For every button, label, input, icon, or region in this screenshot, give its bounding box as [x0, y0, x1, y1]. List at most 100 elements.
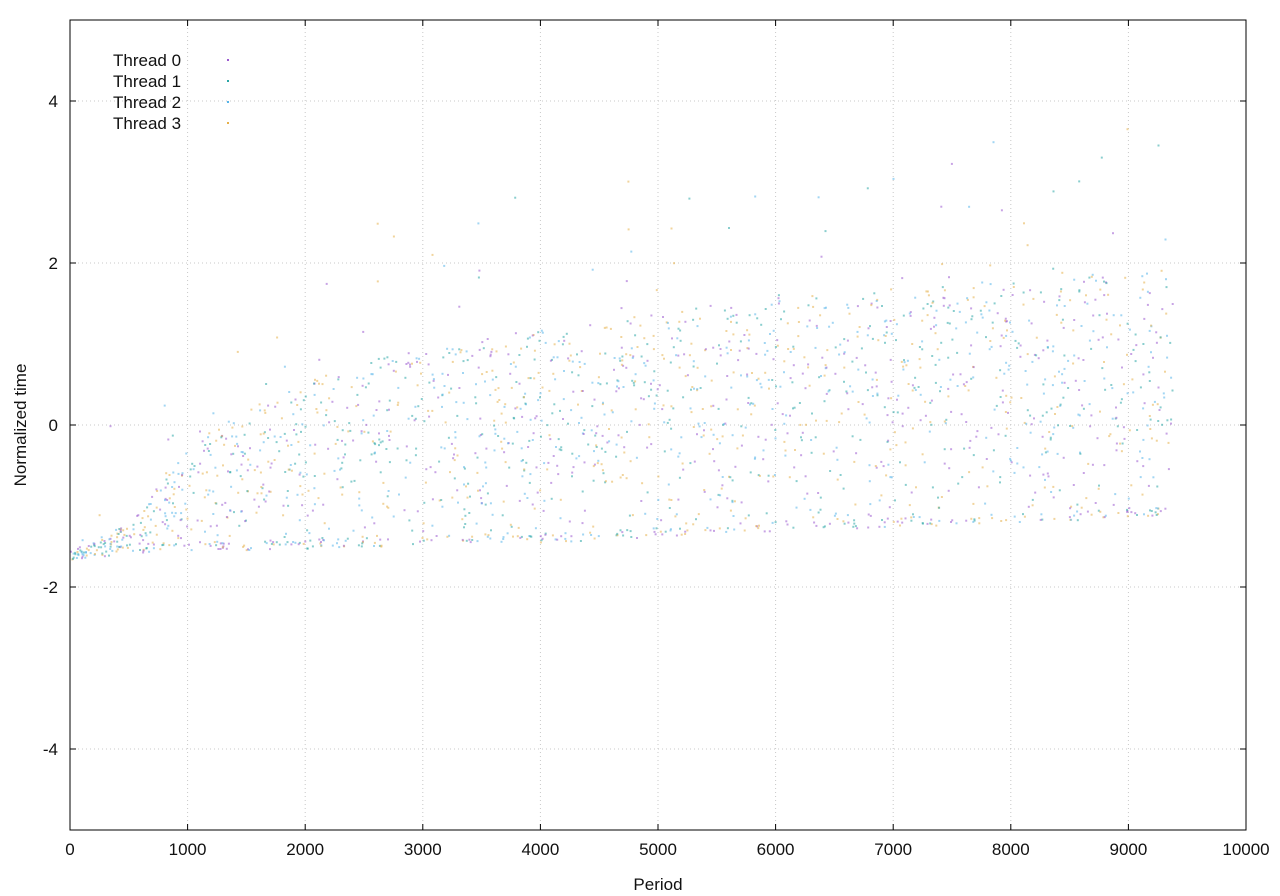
data-point — [684, 530, 687, 533]
data-point — [285, 439, 288, 442]
data-point — [999, 396, 1002, 398]
data-point — [713, 529, 715, 532]
data-point — [709, 304, 712, 307]
data-point — [786, 523, 789, 526]
data-point — [168, 501, 171, 504]
data-point — [656, 388, 659, 391]
data-point — [495, 350, 498, 353]
data-point — [553, 403, 556, 406]
data-point — [988, 309, 991, 312]
data-point — [1022, 303, 1025, 306]
data-point — [533, 349, 536, 352]
data-point — [285, 532, 287, 535]
data-point — [924, 400, 927, 403]
data-point — [181, 488, 184, 491]
data-point — [834, 346, 837, 349]
data-point — [391, 360, 394, 362]
data-point — [792, 407, 794, 410]
data-point — [853, 519, 856, 522]
data-point — [151, 495, 154, 498]
data-point — [939, 386, 942, 388]
data-point — [317, 497, 320, 500]
data-point — [1052, 485, 1055, 488]
data-point — [516, 430, 519, 433]
data-point — [165, 519, 168, 522]
data-point — [227, 420, 230, 423]
data-point — [760, 323, 763, 326]
data-point — [706, 526, 709, 529]
data-point — [116, 545, 119, 548]
data-point — [689, 407, 692, 410]
data-point — [132, 523, 135, 526]
data-point — [490, 529, 492, 532]
data-point — [337, 376, 340, 379]
data-point — [726, 375, 729, 377]
data-point — [577, 403, 579, 406]
data-point — [908, 312, 911, 315]
data-point — [762, 449, 765, 452]
y-tick-label: -4 — [43, 740, 58, 759]
data-point — [477, 366, 480, 369]
scatter-chart: 0 1000 2000 3000 4000 5000 6000 7000 8000 9000 100… — [11, 19, 1270, 894]
data-point — [431, 409, 434, 412]
data-point — [633, 384, 636, 387]
data-point — [763, 342, 766, 344]
data-point — [1143, 281, 1146, 284]
data-point — [878, 499, 881, 502]
data-point — [825, 306, 827, 309]
data-point — [890, 476, 893, 479]
data-point — [379, 538, 382, 541]
data-point — [914, 296, 917, 299]
data-point — [199, 541, 201, 544]
data-point — [847, 306, 850, 309]
data-point — [1068, 516, 1071, 519]
data-point — [692, 523, 695, 526]
data-point — [275, 541, 278, 544]
data-point — [943, 289, 946, 292]
data-point — [301, 423, 304, 426]
data-point — [815, 297, 818, 300]
data-point — [300, 430, 302, 433]
data-point — [1088, 403, 1091, 406]
data-point — [807, 363, 810, 366]
data-point — [1044, 478, 1046, 481]
data-point — [1027, 505, 1030, 508]
data-point — [771, 379, 774, 381]
x-tick-label: 7000 — [874, 840, 912, 859]
data-point — [1117, 512, 1120, 514]
data-point — [376, 534, 378, 537]
data-point — [462, 360, 465, 363]
data-point — [1119, 324, 1121, 327]
data-point — [969, 439, 972, 442]
data-point — [142, 549, 145, 552]
data-point — [421, 537, 424, 539]
data-point — [327, 447, 330, 450]
data-point — [846, 392, 849, 395]
data-point — [539, 396, 541, 399]
data-point — [340, 467, 343, 470]
data-point — [918, 516, 921, 519]
data-point — [818, 376, 821, 379]
data-point — [183, 544, 186, 547]
data-point — [876, 306, 879, 309]
data-point — [294, 541, 297, 544]
data-point — [225, 516, 228, 518]
data-point — [228, 534, 231, 537]
data-point — [856, 527, 859, 530]
data-point — [1050, 491, 1053, 493]
data-point — [1157, 386, 1160, 389]
data-point — [1053, 517, 1056, 520]
data-point — [1164, 370, 1166, 373]
data-point — [209, 453, 212, 456]
data-point — [164, 515, 167, 518]
data-point — [568, 342, 571, 345]
data-point — [307, 489, 310, 492]
data-point — [414, 454, 417, 457]
data-point — [533, 507, 536, 510]
data-point — [890, 380, 893, 383]
data-point — [1096, 437, 1099, 440]
data-point — [363, 430, 366, 433]
data-point — [469, 495, 471, 498]
data-point — [306, 547, 309, 550]
data-point — [783, 422, 786, 425]
